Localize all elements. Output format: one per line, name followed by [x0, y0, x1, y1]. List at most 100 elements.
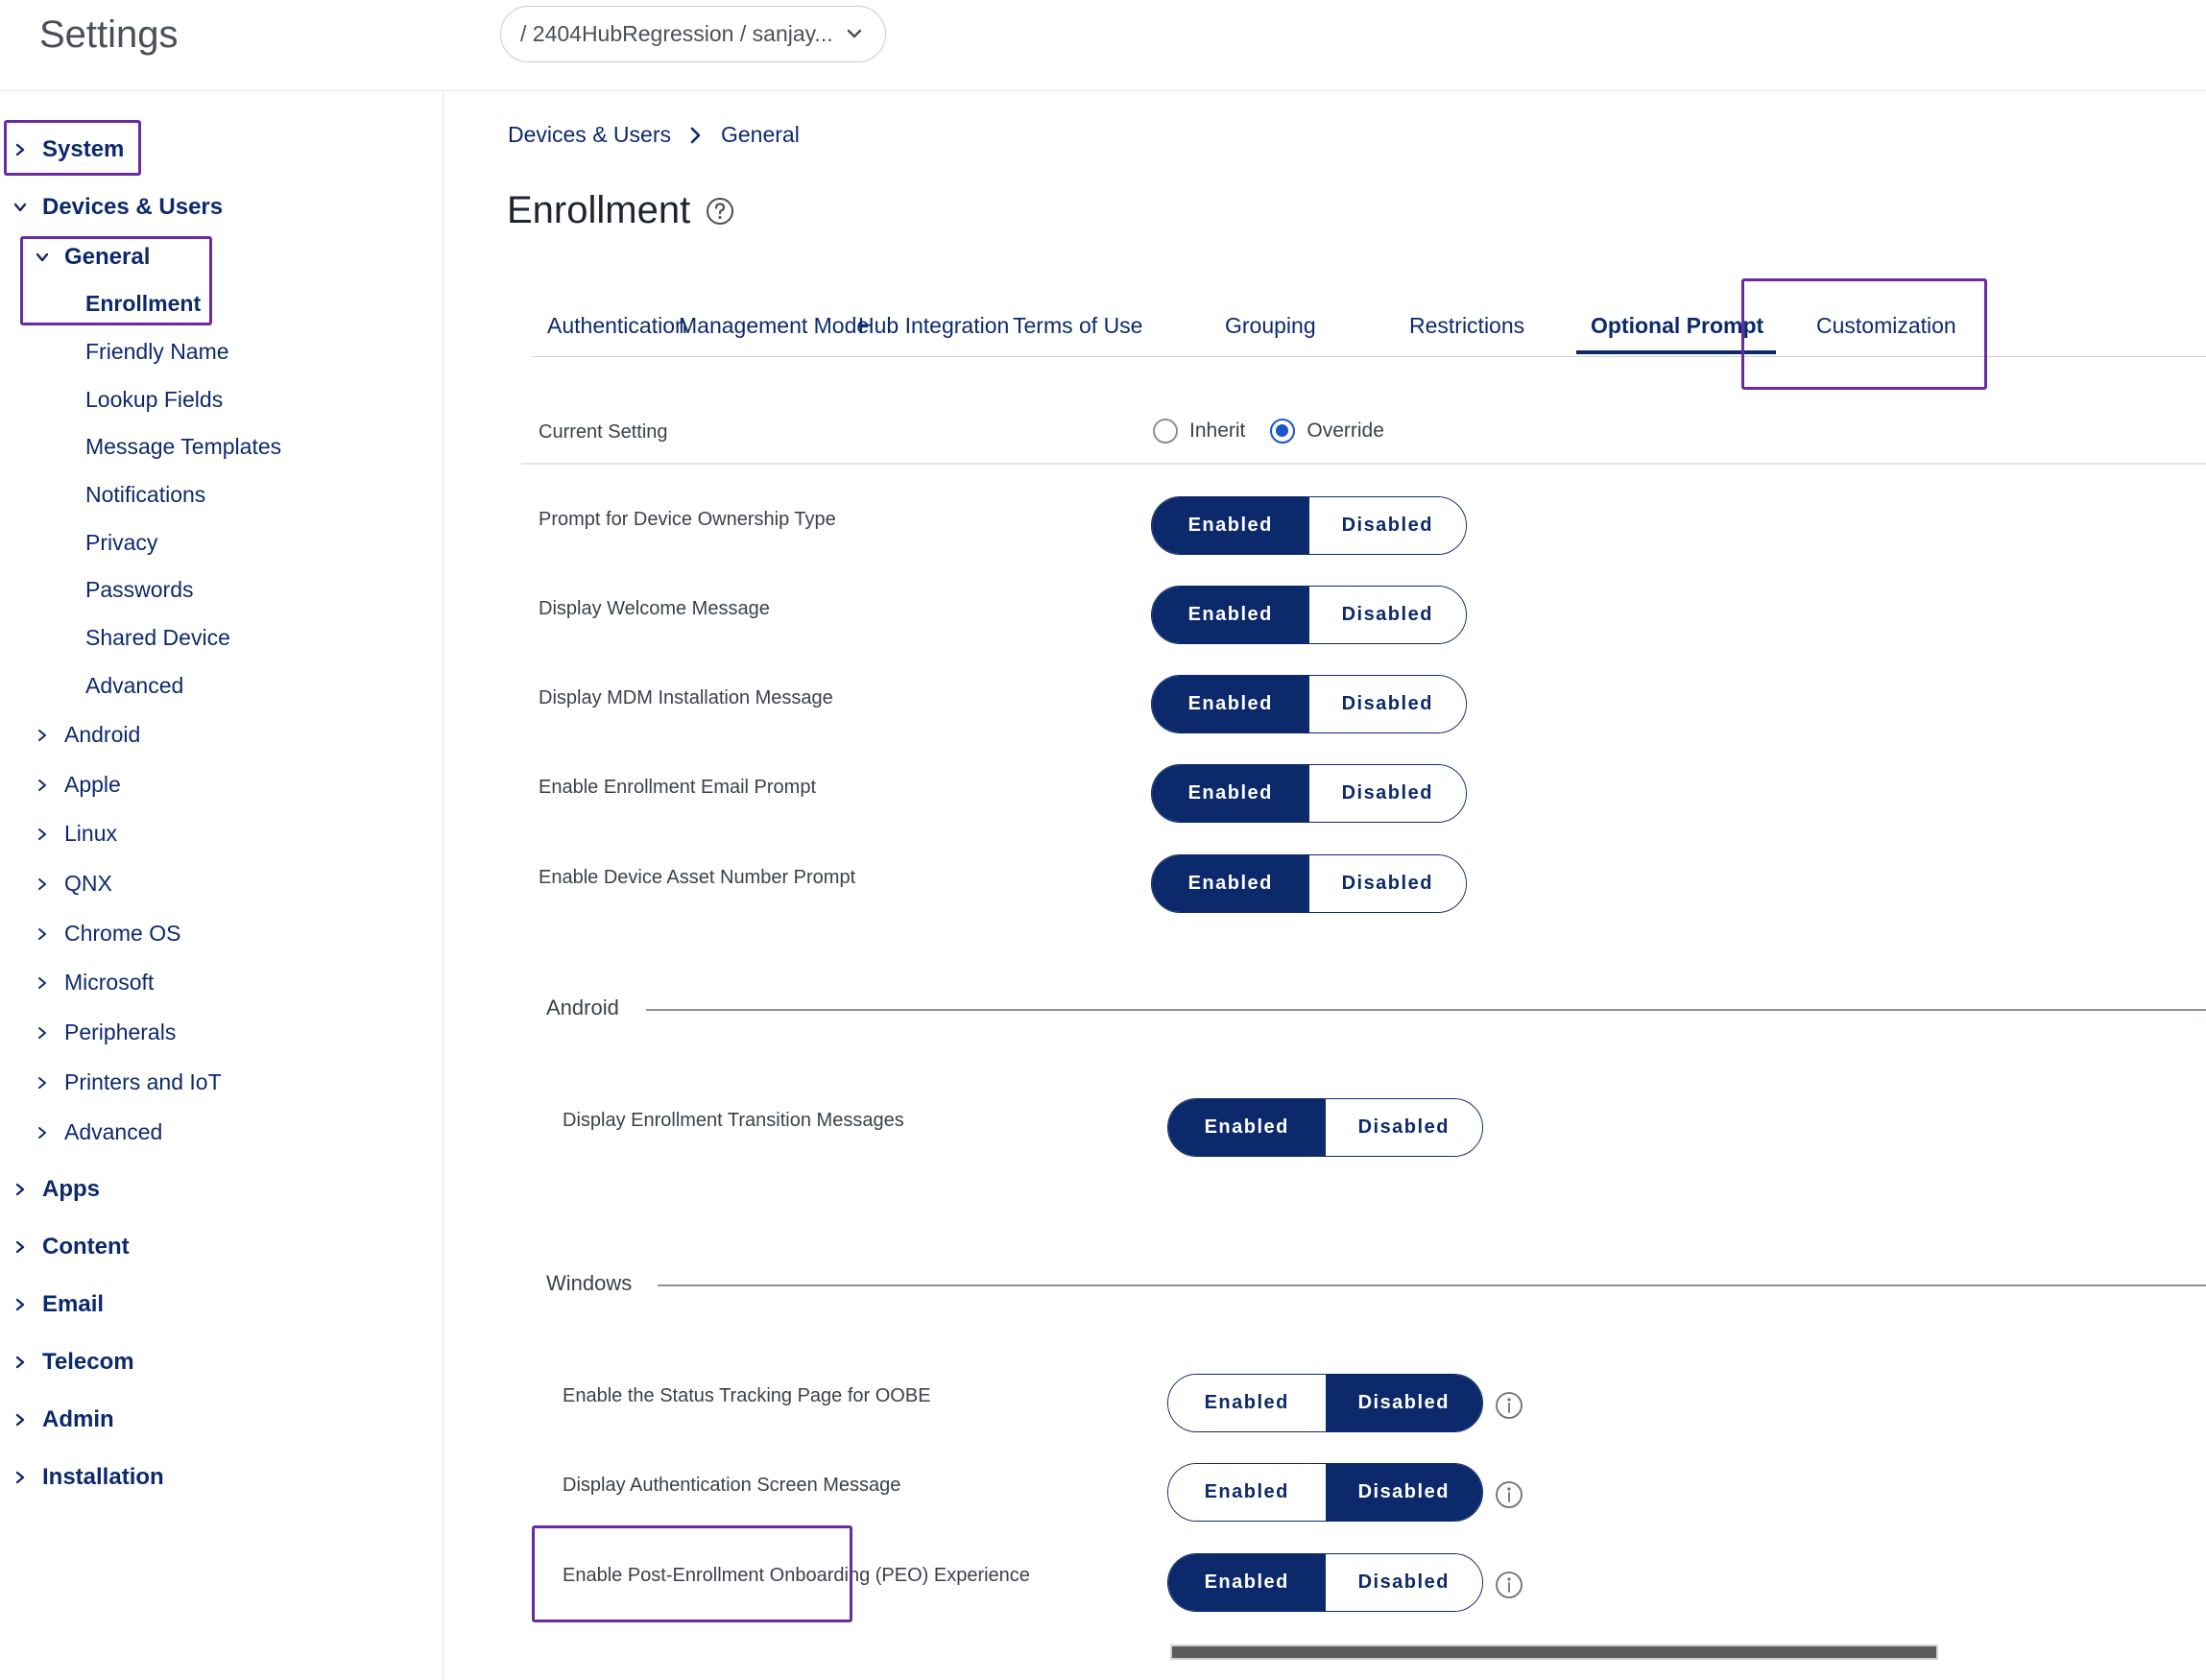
disabled-option[interactable]: Disabled	[1325, 1464, 1482, 1521]
radio-circle	[1270, 419, 1296, 444]
info-icon[interactable]	[1495, 1571, 1523, 1599]
setting-label-asset-number-prompt: Enable Device Asset Number Prompt	[539, 867, 856, 888]
sidebar-item-general[interactable]: General	[36, 244, 150, 271]
tab-authentication[interactable]: Authentication	[547, 313, 687, 339]
disabled-option[interactable]: Disabled	[1325, 1554, 1482, 1611]
breadcrumb-general[interactable]: General	[721, 122, 800, 148]
enabled-option[interactable]: Enabled	[1168, 1099, 1326, 1156]
tab-optional-prompt[interactable]: Optional Prompt	[1591, 313, 1763, 339]
disabled-option[interactable]: Disabled	[1308, 676, 1466, 732]
sidebar-item-label: Advanced	[64, 1119, 163, 1144]
radio-override[interactable]: Override	[1270, 419, 1384, 444]
sidebar-item-label: System	[42, 136, 125, 162]
enabled-option[interactable]: Enabled	[1168, 1464, 1326, 1521]
tab-management-mode[interactable]: Management Mode	[679, 313, 869, 339]
radio-label: Override	[1307, 420, 1384, 442]
toggle-ownership-type: Enabled Disabled	[1151, 496, 1467, 555]
disabled-option[interactable]: Disabled	[1308, 587, 1466, 643]
sidebar-item-shared-device[interactable]: Shared Device	[85, 625, 230, 651]
sidebar-item-chrome-os[interactable]: Chrome OS	[36, 921, 180, 947]
sidebar-item-label: Chrome OS	[64, 921, 181, 946]
sidebar-item-devices-users[interactable]: Devices & Users	[13, 194, 223, 221]
sidebar-item-label: Message Templates	[85, 434, 282, 459]
toggle-asset-number-prompt: Enabled Disabled	[1151, 854, 1467, 913]
sidebar-item-message-templates[interactable]: Message Templates	[85, 434, 281, 460]
sidebar-item-privacy[interactable]: Privacy	[85, 530, 157, 556]
chevron-down-icon	[13, 203, 27, 212]
chevron-down-icon	[36, 252, 49, 262]
tab-customization[interactable]: Customization	[1816, 313, 1956, 339]
enabled-option[interactable]: Enabled	[1152, 587, 1309, 643]
sidebar-item-admin[interactable]: Admin	[13, 1406, 114, 1433]
sidebar-item-installation[interactable]: Installation	[13, 1464, 164, 1491]
setting-label-enrollment-transition-messages: Display Enrollment Transition Messages	[563, 1110, 904, 1131]
enabled-option[interactable]: Enabled	[1168, 1375, 1326, 1431]
sidebar-item-devices-advanced[interactable]: Advanced	[36, 1119, 162, 1145]
sidebar-item-email[interactable]: Email	[13, 1291, 104, 1318]
sidebar-item-apple[interactable]: Apple	[36, 772, 121, 798]
chevron-right-icon	[38, 1026, 46, 1039]
tab-terms-of-use[interactable]: Terms of Use	[1013, 313, 1142, 339]
chevron-right-icon	[38, 976, 46, 989]
toggle-authentication-screen-message: Enabled Disabled	[1167, 1463, 1483, 1522]
disabled-option[interactable]: Disabled	[1308, 765, 1466, 822]
sidebar-item-label: Devices & Users	[42, 194, 224, 220]
section-title-windows: Windows	[546, 1271, 633, 1295]
breadcrumb-devices-users[interactable]: Devices & Users	[508, 122, 671, 148]
organization-group-picker[interactable]: / 2404HubRegression / sanjay...	[500, 6, 886, 62]
tab-bar: Authentication Management Mode Hub Integ…	[533, 280, 2206, 357]
sidebar-item-label: Apple	[64, 772, 121, 797]
sidebar-item-telecom[interactable]: Telecom	[13, 1349, 134, 1376]
tab-restrictions[interactable]: Restrictions	[1409, 313, 1524, 339]
enabled-option[interactable]: Enabled	[1152, 497, 1309, 554]
sidebar-item-label: Privacy	[85, 530, 158, 555]
enabled-option[interactable]: Enabled	[1168, 1554, 1326, 1611]
help-icon[interactable]	[706, 197, 734, 226]
sidebar-item-label: Lookup Fields	[85, 387, 224, 412]
sidebar-item-label: Friendly Name	[85, 339, 229, 364]
chevron-right-icon	[38, 877, 46, 890]
sidebar-item-apps[interactable]: Apps	[13, 1176, 100, 1203]
setting-label-peo-experience: Enable Post-Enrollment Onboarding (PEO) …	[563, 1565, 1030, 1586]
enabled-option[interactable]: Enabled	[1152, 855, 1309, 912]
chevron-right-icon	[15, 1298, 25, 1311]
sidebar-item-label: Shared Device	[85, 625, 230, 650]
sidebar-item-label: Passwords	[85, 577, 194, 602]
radio-inherit[interactable]: Inherit	[1153, 419, 1245, 444]
disabled-option[interactable]: Disabled	[1325, 1099, 1482, 1156]
sidebar-item-content[interactable]: Content	[13, 1234, 130, 1260]
enabled-option[interactable]: Enabled	[1152, 765, 1309, 822]
sidebar-item-passwords[interactable]: Passwords	[85, 577, 193, 603]
sidebar-item-friendly-name[interactable]: Friendly Name	[85, 339, 229, 365]
disabled-option[interactable]: Disabled	[1308, 855, 1466, 912]
sidebar-item-label: General	[64, 244, 151, 270]
sidebar-item-lookup-fields[interactable]: Lookup Fields	[85, 387, 223, 413]
info-icon[interactable]	[1495, 1391, 1523, 1420]
sidebar-item-label: Admin	[42, 1406, 114, 1432]
chevron-right-icon	[38, 779, 46, 791]
sidebar-item-notifications[interactable]: Notifications	[85, 482, 205, 508]
sidebar-item-linux[interactable]: Linux	[36, 821, 117, 847]
chevron-right-icon	[38, 828, 46, 840]
sidebar-item-microsoft[interactable]: Microsoft	[36, 970, 154, 996]
sidebar-item-label: Apps	[42, 1176, 100, 1202]
info-icon[interactable]	[1495, 1480, 1523, 1509]
chevron-right-icon	[15, 1413, 25, 1427]
sidebar-item-label: QNX	[64, 871, 112, 896]
sidebar-item-android[interactable]: Android	[36, 722, 140, 748]
sidebar-item-general-advanced[interactable]: Advanced	[85, 673, 183, 699]
sidebar-item-label: Advanced	[85, 673, 184, 698]
disabled-option[interactable]: Disabled	[1308, 497, 1466, 554]
sidebar-item-enrollment[interactable]: Enrollment	[85, 291, 201, 317]
sidebar-item-system[interactable]: System	[13, 136, 124, 163]
chevron-right-icon	[38, 1076, 46, 1089]
tab-grouping[interactable]: Grouping	[1225, 313, 1316, 339]
sidebar-item-qnx[interactable]: QNX	[36, 871, 112, 897]
sidebar-item-printers-iot[interactable]: Printers and IoT	[36, 1069, 222, 1095]
toggle-status-tracking-page: Enabled Disabled	[1167, 1374, 1483, 1432]
section-title-android: Android	[546, 996, 619, 1020]
tab-hub-integration[interactable]: Hub Integration	[858, 313, 1009, 339]
disabled-option[interactable]: Disabled	[1325, 1375, 1482, 1431]
sidebar-item-peripherals[interactable]: Peripherals	[36, 1020, 176, 1045]
enabled-option[interactable]: Enabled	[1152, 676, 1309, 732]
